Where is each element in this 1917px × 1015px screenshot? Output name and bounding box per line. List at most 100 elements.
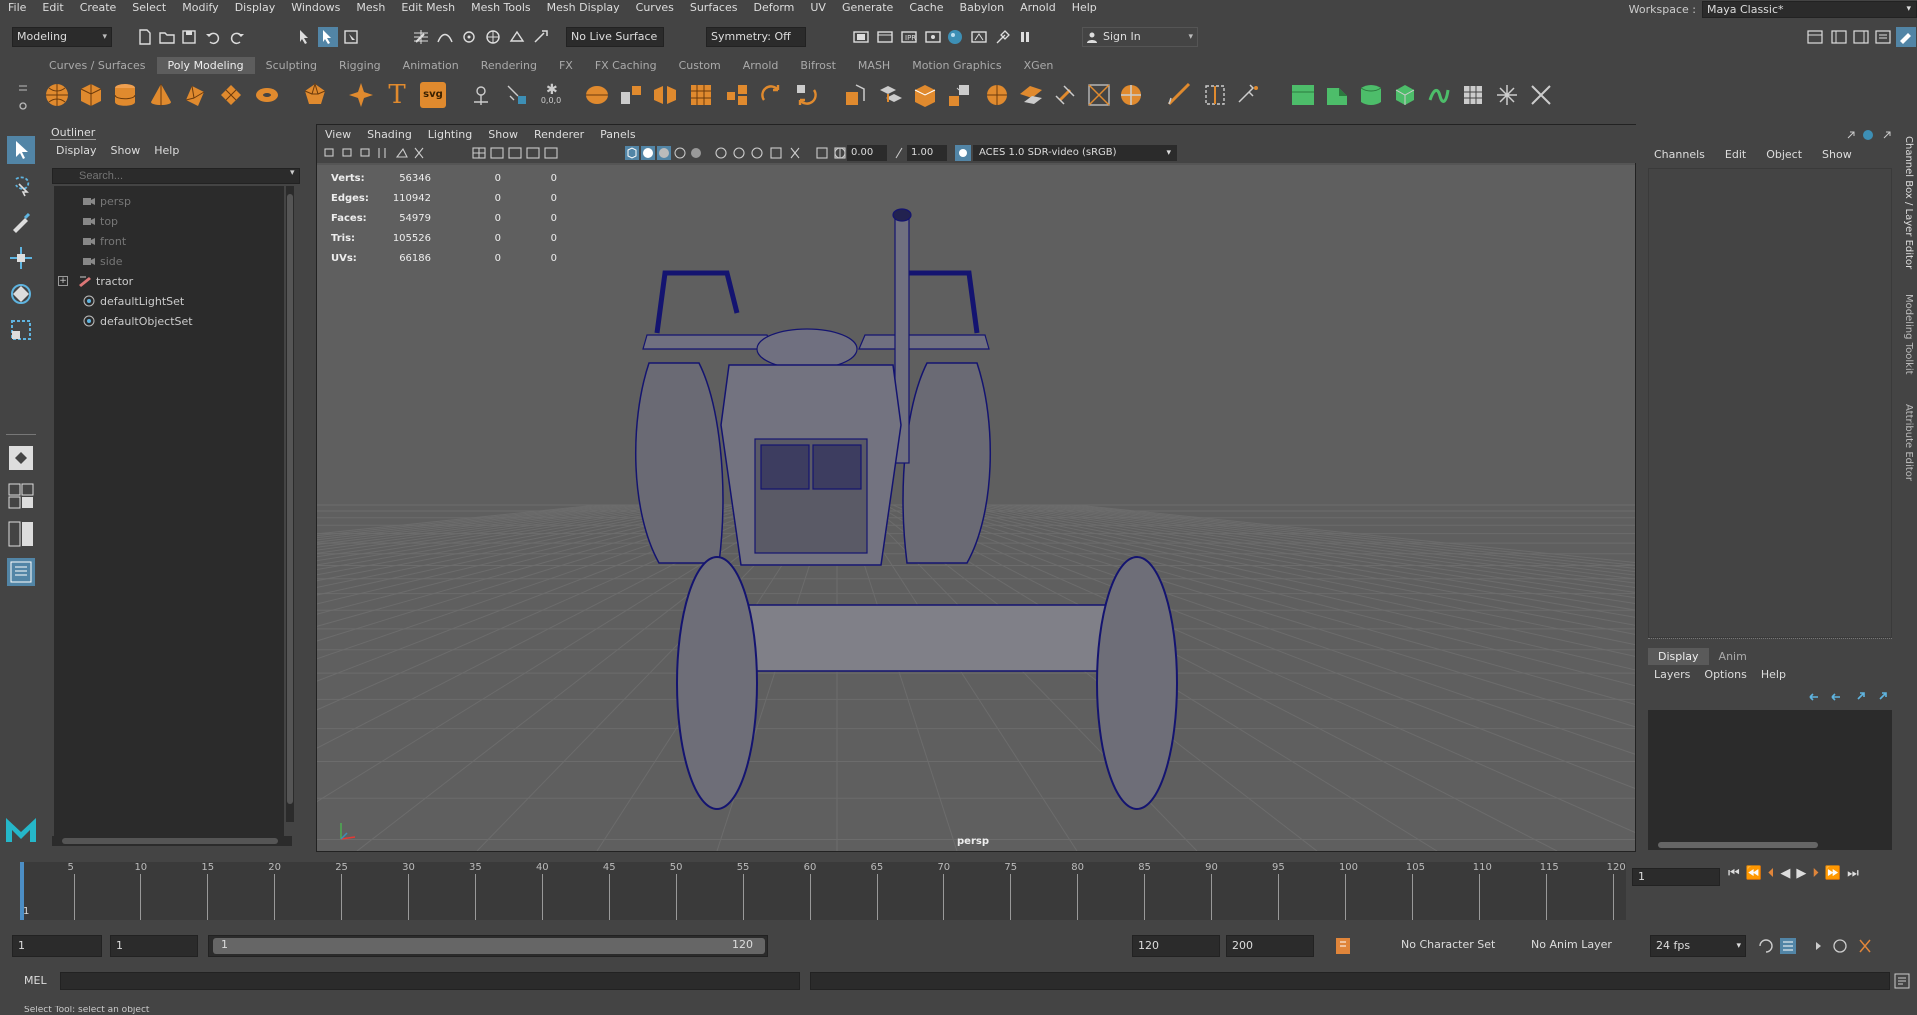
super-shape-icon[interactable]: [348, 82, 374, 108]
collapse-icon[interactable]: [1118, 82, 1144, 108]
step-forward-frame-icon[interactable]: ⏵: [1812, 866, 1819, 881]
menu-cache[interactable]: Cache: [901, 0, 951, 15]
shelf-tab-mash[interactable]: MASH: [847, 57, 901, 74]
channel-menu-show[interactable]: Show: [1822, 148, 1852, 161]
make-hole-icon[interactable]: [1018, 82, 1044, 108]
menu-mesh[interactable]: Mesh: [348, 0, 393, 15]
command-input[interactable]: [60, 972, 800, 990]
viewport-scene[interactable]: Verts: 56346 0 0 Edges: 110942 0 0 Faces: 54979…: [317, 165, 1635, 851]
poly-torus-icon[interactable]: [182, 82, 208, 108]
time-slider[interactable]: 1 5 10 15 20 25 30 35 40 45 50 55 60 65 70 75 80 85 90 95 1…: [20, 862, 1626, 920]
symmetry-dropdown[interactable]: Symmetry: Off: [706, 27, 806, 47]
layer-action-icons[interactable]: [1804, 690, 1894, 704]
color-management-icon[interactable]: [955, 145, 971, 161]
toggle-attribute-editor-icon[interactable]: [1874, 28, 1892, 46]
menu-deform[interactable]: Deform: [745, 0, 802, 15]
menu-display[interactable]: Display: [227, 0, 284, 15]
rotate-tool-icon[interactable]: [7, 280, 35, 308]
shelf-tab-curves-surfaces[interactable]: Curves / Surfaces: [38, 57, 157, 74]
menu-modify[interactable]: Modify: [174, 0, 226, 15]
select-tool-icon[interactable]: [7, 136, 35, 164]
shelf-tab-poly-modeling[interactable]: Poly Modeling: [156, 57, 255, 74]
uv-editor-icon[interactable]: [1290, 82, 1316, 108]
poly-cylinder-icon[interactable]: [112, 82, 138, 108]
menu-surfaces[interactable]: Surfaces: [682, 0, 746, 15]
outliner-item-persp[interactable]: persp: [82, 191, 131, 211]
outliner-search-input[interactable]: [52, 168, 300, 184]
insert-edge-loop-icon[interactable]: [1166, 82, 1192, 108]
menu-edit-mesh[interactable]: Edit Mesh: [393, 0, 463, 15]
combine-icon[interactable]: [584, 82, 610, 108]
color-space-dropdown[interactable]: ACES 1.0 SDR-video (sRGB) ▾: [973, 145, 1177, 161]
offset-edge-loop-icon[interactable]: [1202, 82, 1228, 108]
append-to-polygon-icon[interactable]: [946, 82, 972, 108]
viewport-menu-show[interactable]: Show: [480, 128, 526, 141]
channel-box-header-icons[interactable]: [1844, 128, 1894, 142]
shelf-tab-rigging[interactable]: Rigging: [328, 57, 392, 74]
live-surface-field[interactable]: No Live Surface: [566, 27, 664, 47]
poly-cone-icon[interactable]: [148, 82, 174, 108]
outliner-item-tractor[interactable]: + tractor: [58, 271, 133, 291]
poly-disc-icon[interactable]: [254, 82, 280, 108]
panel-splitter[interactable]: [1648, 638, 1892, 644]
snap-curve-icon[interactable]: [436, 28, 454, 46]
multi-cut-icon[interactable]: [1052, 82, 1078, 108]
panel-toolbar-icons[interactable]: [323, 145, 623, 161]
viewport-menu-shading[interactable]: Shading: [359, 128, 420, 141]
shelf-menu-icon[interactable]: [16, 80, 30, 112]
outliner-item-defaultlightset[interactable]: defaultLightSet: [82, 291, 184, 311]
paint-select-tool-icon[interactable]: [7, 208, 35, 236]
layer-menu-options[interactable]: Options: [1704, 668, 1746, 681]
layer-tab-anim[interactable]: Anim: [1709, 648, 1757, 665]
character-key-icon[interactable]: [1334, 936, 1352, 956]
lasso-tool-icon[interactable]: [7, 172, 35, 200]
move-tool-icon[interactable]: [7, 244, 35, 272]
remesh-icon[interactable]: [758, 82, 784, 108]
poly-plane-icon[interactable]: [218, 82, 244, 108]
svg-tool-icon[interactable]: svg: [420, 82, 446, 108]
scale-tool-icon[interactable]: [7, 316, 35, 344]
single-perspective-view-icon[interactable]: [7, 444, 35, 472]
menu-curves[interactable]: Curves: [628, 0, 682, 15]
outliner-item-side[interactable]: side: [82, 251, 123, 271]
shelf-tab-custom[interactable]: Custom: [668, 57, 732, 74]
cylindrical-mapping-icon[interactable]: [1358, 82, 1384, 108]
viewport-menu-lighting[interactable]: Lighting: [420, 128, 480, 141]
undo-icon[interactable]: [204, 28, 222, 46]
unfold-icon[interactable]: [1460, 82, 1486, 108]
separate-icon[interactable]: [618, 82, 644, 108]
render-view-icon[interactable]: [852, 28, 870, 46]
channel-menu-object[interactable]: Object: [1766, 148, 1802, 161]
snap-view-plane-icon[interactable]: [508, 28, 526, 46]
anim-layer-dropdown[interactable]: No Anim Layer: [1526, 935, 1630, 957]
script-language-label[interactable]: MEL: [24, 974, 47, 987]
ipr-render-icon[interactable]: IPR: [900, 28, 918, 46]
toggle-shelf-icon[interactable]: [1830, 28, 1848, 46]
fill-hole-icon[interactable]: [984, 82, 1010, 108]
shelf-tab-fx[interactable]: FX: [548, 57, 584, 74]
arnold-ipr-icon[interactable]: [994, 28, 1012, 46]
viewport-menu-view[interactable]: View: [317, 128, 359, 141]
reduce-icon[interactable]: [724, 82, 750, 108]
extrude-icon[interactable]: [842, 82, 868, 108]
script-editor-icon[interactable]: [1894, 973, 1910, 989]
outliner-item-top[interactable]: top: [82, 211, 118, 231]
viewport-menu-panels[interactable]: Panels: [592, 128, 643, 141]
save-scene-icon[interactable]: [180, 28, 198, 46]
character-set-dropdown[interactable]: No Character Set: [1396, 935, 1516, 957]
menu-mesh-display[interactable]: Mesh Display: [539, 0, 628, 15]
menu-arnold[interactable]: Arnold: [1012, 0, 1064, 15]
outliner-item-defaultobjectset[interactable]: defaultObjectSet: [82, 311, 193, 331]
menu-uv[interactable]: UV: [802, 0, 834, 15]
render-frame-icon[interactable]: [876, 28, 894, 46]
menu-help[interactable]: Help: [1064, 0, 1105, 15]
snap-point-icon[interactable]: [460, 28, 478, 46]
type-tool-icon[interactable]: T: [384, 82, 410, 108]
select-by-hierarchy-icon[interactable]: [296, 28, 314, 46]
pause-icon[interactable]: [1016, 28, 1034, 46]
bevel-icon[interactable]: [912, 82, 938, 108]
step-forward-key-icon[interactable]: ⏩: [1825, 866, 1841, 881]
playback-start-field[interactable]: 1: [110, 935, 198, 957]
spherical-mapping-icon[interactable]: [1392, 82, 1418, 108]
layer-horizontal-scrollbar[interactable]: [1648, 840, 1892, 850]
